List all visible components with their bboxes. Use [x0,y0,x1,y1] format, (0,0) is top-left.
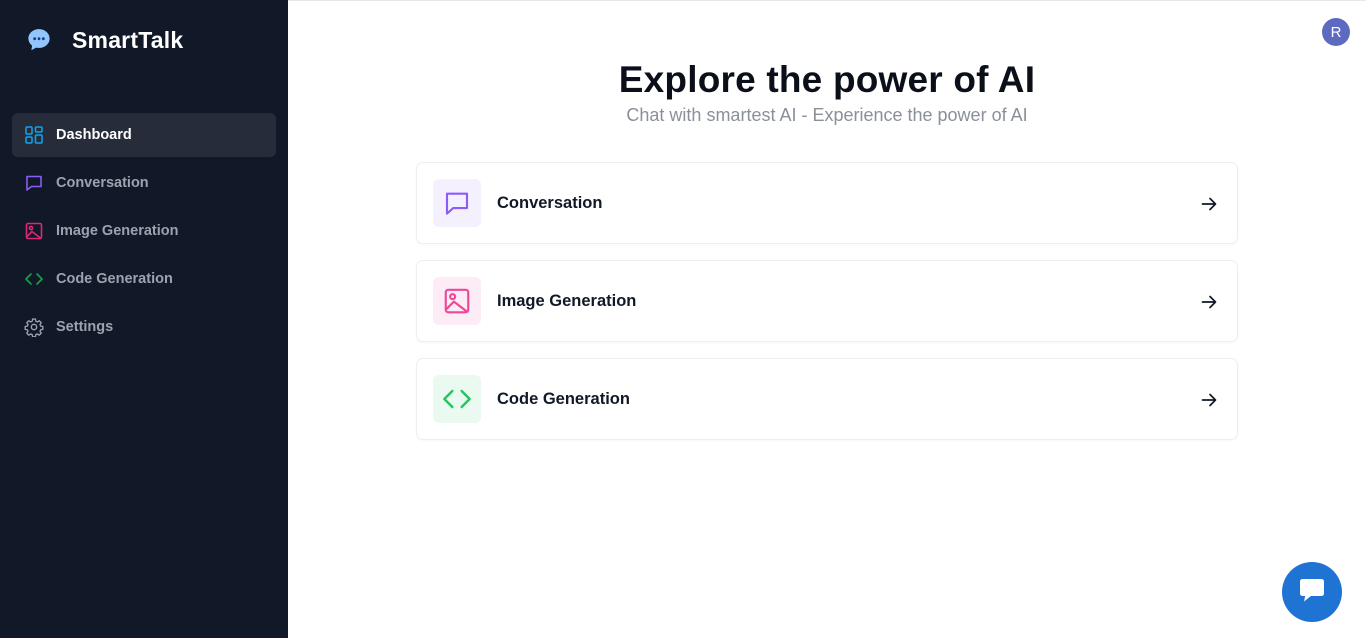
gear-icon [24,317,44,337]
sidebar: SmartTalk Dashboard Conversation Image G… [0,0,288,638]
tool-cards: Conversation Image Generation Code Gener… [416,162,1238,456]
code-icon [24,269,44,289]
card-label: Conversation [497,193,603,212]
image-icon [24,221,44,241]
app-name: SmartTalk [72,26,184,53]
sidebar-item-label: Conversation [56,175,149,191]
page-title: Explore the power of AI [618,59,1036,100]
chat-widget-button[interactable] [1282,562,1342,622]
code-icon [433,375,481,423]
main-content: R Explore the power of AI Chat with smar… [288,0,1366,638]
image-icon [433,277,481,325]
sidebar-item-label: Settings [56,319,114,335]
sidebar-item-dashboard[interactable]: Dashboard [12,113,276,157]
sidebar-item-label: Dashboard [56,127,132,143]
card-code-generation[interactable]: Code Generation [416,358,1238,440]
card-label: Image Generation [497,291,637,310]
card-label: Code Generation [497,389,630,408]
brand[interactable]: SmartTalk [25,26,183,54]
sidebar-nav: Dashboard Conversation Image Generation [12,113,276,353]
arrow-right-icon [1199,292,1219,312]
arrow-right-icon [1199,390,1219,410]
sidebar-item-code-generation[interactable]: Code Generation [12,257,276,301]
avatar[interactable]: R [1322,18,1350,46]
card-conversation[interactable]: Conversation [416,162,1238,244]
card-image-generation[interactable]: Image Generation [416,260,1238,342]
chat-widget-icon [1296,574,1328,611]
page-subtitle: Chat with smartest AI - Experience the p… [626,105,1028,125]
sidebar-item-settings[interactable]: Settings [12,305,276,349]
chat-bubble-icon [25,26,53,54]
sidebar-item-label: Code Generation [56,271,173,287]
dashboard-icon [24,125,44,145]
message-icon [433,179,481,227]
sidebar-item-image-generation[interactable]: Image Generation [12,209,276,253]
sidebar-item-label: Image Generation [56,223,179,239]
arrow-right-icon [1199,194,1219,214]
sidebar-item-conversation[interactable]: Conversation [12,161,276,205]
message-icon [24,173,44,193]
